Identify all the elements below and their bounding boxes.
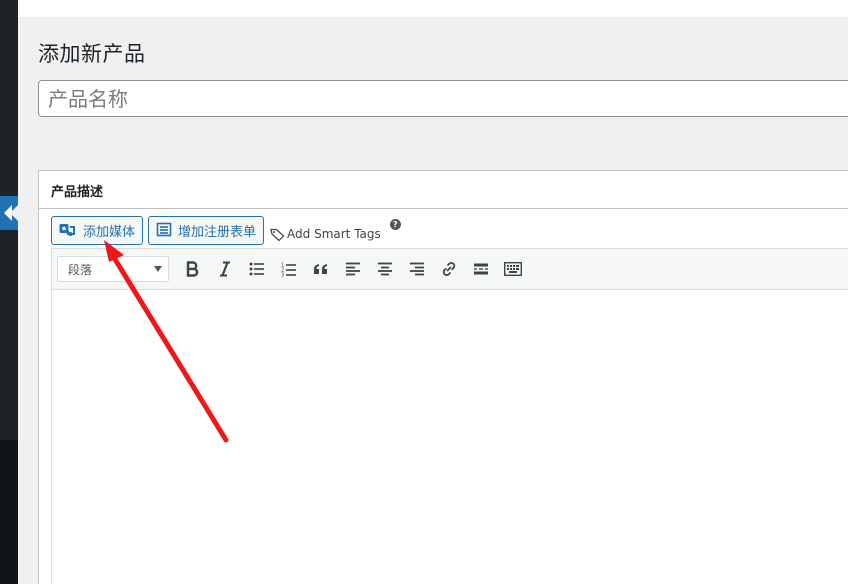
add-form-label: 增加注册表单	[178, 224, 257, 240]
numbered-list-icon[interactable]: 123	[273, 254, 305, 284]
editor-content-area[interactable]	[52, 290, 848, 584]
form-icon	[156, 222, 172, 238]
align-right-icon[interactable]	[401, 254, 433, 284]
description-box-heading: 产品描述	[39, 171, 848, 209]
read-more-icon[interactable]	[465, 254, 497, 284]
page-title: 添加新产品	[38, 42, 146, 66]
bulleted-list-icon[interactable]	[241, 254, 273, 284]
product-description-box: 产品描述 添加媒体 增加注册表单 Add Smart Tags ? 段落 1 2…	[38, 170, 848, 584]
add-media-label: 添加媒体	[83, 224, 136, 240]
media-icon	[59, 222, 77, 238]
align-center-icon[interactable]	[369, 254, 401, 284]
align-left-icon[interactable]	[337, 254, 369, 284]
media-buttons: 添加媒体 增加注册表单 Add Smart Tags ?	[51, 215, 401, 245]
current-menu-arrow-icon	[4, 205, 12, 221]
italic-icon[interactable]	[209, 254, 241, 284]
format-select[interactable]: 段落	[57, 256, 169, 282]
product-name-input[interactable]	[38, 80, 848, 117]
sidebar-current-menu-indicator[interactable]	[0, 196, 18, 230]
admin-sidebar-submenu	[0, 440, 18, 584]
format-select-value: 段落	[68, 262, 93, 277]
link-icon[interactable]	[433, 254, 465, 284]
editor-toolbar: 段落 123	[52, 249, 848, 290]
add-media-button[interactable]: 添加媒体	[51, 215, 144, 245]
help-icon[interactable]: ?	[389, 218, 401, 230]
bold-icon[interactable]	[177, 254, 209, 284]
chevron-down-icon	[154, 266, 162, 272]
svg-text:3: 3	[281, 272, 284, 277]
admin-notice-strip	[18, 0, 848, 17]
toolbar-toggle-icon[interactable]	[497, 254, 529, 284]
smart-tags-label: Add Smart Tags	[287, 227, 381, 241]
add-smart-tags-link[interactable]: Add Smart Tags	[270, 227, 381, 241]
add-registration-form-button[interactable]: 增加注册表单	[148, 215, 265, 245]
tag-icon	[270, 228, 285, 241]
rich-text-editor: 段落 123	[51, 248, 848, 584]
blockquote-icon[interactable]	[305, 254, 337, 284]
